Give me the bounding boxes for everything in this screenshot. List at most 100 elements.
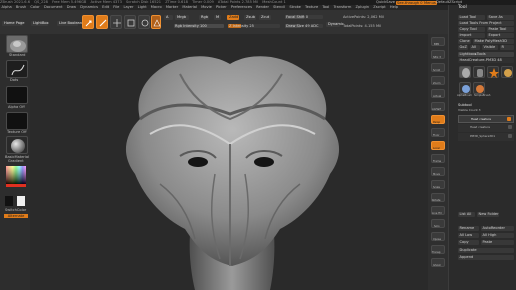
duplicate-button[interactable]: Duplicate xyxy=(458,248,514,253)
linefill-button[interactable]: Line Fill xyxy=(431,206,445,215)
eye-icon[interactable] xyxy=(508,134,512,138)
mrgb-button[interactable]: Mrgb xyxy=(175,15,189,20)
m-button[interactable]: M xyxy=(214,15,221,20)
draw-size-slider[interactable]: Draw Size 49 ADC xyxy=(285,24,323,28)
primary-color-swatch[interactable] xyxy=(17,196,25,206)
paste-tool-button[interactable]: Paste Tool xyxy=(487,27,514,32)
rgb-intensity-slider[interactable]: Rgb Intensity 100 xyxy=(174,24,224,28)
all-high-button[interactable]: All High xyxy=(481,233,514,238)
all-button[interactable]: All xyxy=(470,45,480,50)
zsub-button[interactable]: Zsub xyxy=(244,15,256,20)
save-as-button[interactable]: Save As xyxy=(487,15,514,20)
live-boolean-button[interactable]: Live Boolean xyxy=(57,21,82,26)
import-button[interactable]: Import xyxy=(458,33,485,38)
floor-button[interactable]: Floor xyxy=(431,128,445,137)
standard-brush-icon xyxy=(10,40,26,52)
persp-button[interactable]: Persp xyxy=(431,115,445,124)
solo-label: Solo xyxy=(434,225,440,228)
list-all-button[interactable]: List All xyxy=(458,212,475,217)
secondary-color-swatch[interactable] xyxy=(5,196,13,206)
tool-palette-title: Tool xyxy=(458,5,467,10)
actual-button[interactable]: Actual xyxy=(431,89,445,98)
goz-button[interactable]: GoZ xyxy=(458,45,468,50)
load-tool-button[interactable]: Load Tool xyxy=(458,15,485,20)
see-through-slider[interactable]: See-through 0 xyxy=(396,0,424,5)
standard-label: Standard xyxy=(9,53,26,57)
home-page-button[interactable]: Home Page xyxy=(2,21,24,26)
export-button[interactable]: Export xyxy=(487,33,514,38)
brush-button[interactable] xyxy=(6,35,28,53)
scale-view-button[interactable]: Scale xyxy=(431,180,445,189)
texture-button[interactable] xyxy=(6,112,28,130)
scroll-button[interactable]: Scroll xyxy=(431,63,445,72)
auto-reorder-button[interactable]: AutoReorder xyxy=(481,226,514,231)
lightbox-button[interactable]: LightBox xyxy=(31,21,49,26)
rgb-intensity-label: Rgb Intensity 100 xyxy=(175,24,207,28)
zadd-button[interactable]: Zadd xyxy=(227,15,239,20)
switch-color-label[interactable]: SwitchColor xyxy=(5,208,26,213)
subtool-name-1: Head creature xyxy=(471,117,491,121)
move-view-button[interactable]: Move xyxy=(431,167,445,176)
cylinder-thumb[interactable] xyxy=(473,66,485,78)
stroke-button[interactable] xyxy=(6,60,28,78)
menus-toggle[interactable]: Menus xyxy=(423,0,437,5)
local-button[interactable]: Local xyxy=(431,141,445,150)
xpose-button[interactable]: Xpose xyxy=(431,232,445,241)
dynamic-button[interactable]: Dynamic xyxy=(326,22,344,27)
current-tool-thumb[interactable] xyxy=(459,66,471,78)
lightbox-tools-button[interactable]: Lightbox▸Tools xyxy=(458,52,514,57)
sculptris-pro-button[interactable] xyxy=(151,15,161,29)
load-from-project-button[interactable]: Load Tools From Project xyxy=(458,21,514,26)
viewport[interactable] xyxy=(30,34,428,290)
new-folder-button[interactable]: New Folder xyxy=(477,212,499,217)
creature-thumb-icon xyxy=(462,68,470,78)
paste-button[interactable]: Paste xyxy=(481,240,514,245)
edit-button[interactable] xyxy=(82,15,94,29)
alpha-button[interactable] xyxy=(6,86,28,104)
draw-button[interactable] xyxy=(96,15,108,29)
simplebrush-thumb[interactable] xyxy=(501,66,513,78)
clone-button[interactable]: Clone xyxy=(458,39,471,44)
bpr-button[interactable]: BPR xyxy=(431,37,445,46)
brush-icon xyxy=(504,69,512,77)
z-intensity-slider[interactable]: Z Intensity 25 xyxy=(228,24,280,28)
visible-button[interactable]: Visible xyxy=(482,45,498,50)
eye-icon[interactable] xyxy=(507,117,511,121)
rotate-view-button[interactable]: Rotate xyxy=(431,193,445,202)
focal-shift-label: Focal Shift 0 xyxy=(286,15,309,19)
focal-shift-slider[interactable]: Focal Shift 0 xyxy=(285,15,323,19)
color-picker[interactable] xyxy=(4,164,28,188)
r-button[interactable]: R xyxy=(500,45,514,50)
a-toggle[interactable]: A xyxy=(164,15,173,20)
spix-button[interactable]: SPix 3 xyxy=(431,50,445,59)
transp-button[interactable]: Transp xyxy=(431,245,445,254)
rgb-button[interactable]: Rgb xyxy=(199,15,209,20)
subtool-row-1[interactable]: Head creature xyxy=(458,115,514,123)
aahalf-button[interactable]: AAHalf xyxy=(431,102,445,111)
polymesh-thumb[interactable] xyxy=(487,66,499,78)
copy-button[interactable]: Copy xyxy=(458,240,479,245)
zoom-button[interactable]: Zoom xyxy=(431,76,445,85)
ghost-button[interactable]: Ghost xyxy=(431,258,445,267)
copy-tool-button[interactable]: Copy Tool xyxy=(458,27,485,32)
simple-brush-thumb[interactable] xyxy=(473,82,485,94)
material-button[interactable] xyxy=(6,136,28,154)
solo-button[interactable]: Solo xyxy=(431,219,445,228)
alternate-button[interactable]: Alternate xyxy=(4,214,28,218)
visible-count: Visible Count 3 xyxy=(458,108,481,112)
current-tool-name[interactable]: HeadCreature-PM3D 48 xyxy=(458,58,514,63)
make-polymesh-button[interactable]: Make PolyMesh3D xyxy=(473,39,514,44)
all-low-button[interactable]: All Low xyxy=(458,233,479,238)
rotate-button[interactable] xyxy=(138,15,150,29)
eye-icon[interactable] xyxy=(508,125,512,129)
move-button[interactable] xyxy=(110,15,122,29)
scale-button[interactable] xyxy=(124,15,136,29)
frame-button[interactable]: Frame xyxy=(431,154,445,163)
scale-icon xyxy=(127,19,135,27)
append-button[interactable]: Append xyxy=(458,255,514,260)
subtool-row-3[interactable]: PM3D_Sphere3D1 xyxy=(458,133,514,141)
alphabrush-thumb[interactable] xyxy=(459,82,471,94)
zcut-button[interactable]: Zcut xyxy=(259,15,271,20)
subtool-row-2[interactable]: Head creature xyxy=(458,124,514,132)
rename-button[interactable]: Rename xyxy=(458,226,479,231)
